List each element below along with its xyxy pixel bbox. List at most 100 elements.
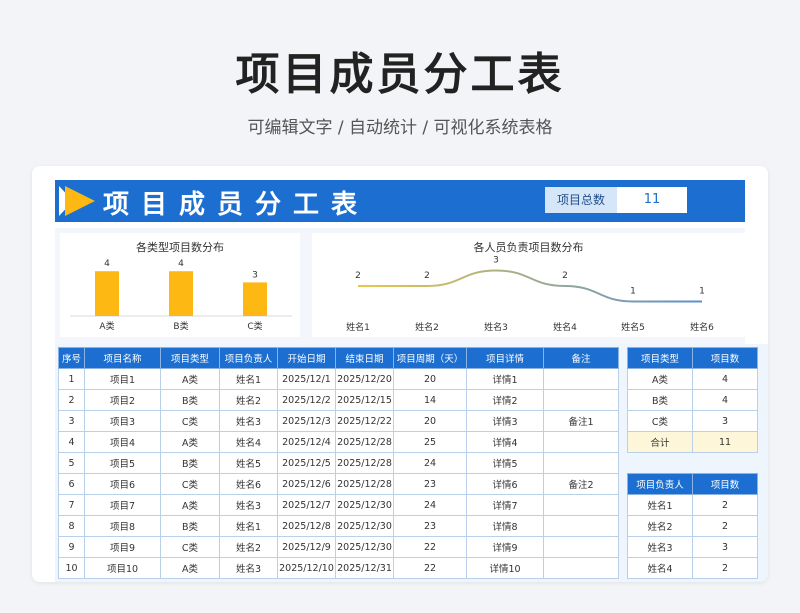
type-summary-header-cell[interactable]: 项目类型 [627, 347, 693, 369]
table-row-cell[interactable]: 2 [58, 389, 85, 411]
table-row-cell[interactable]: 8 [58, 515, 85, 537]
person-row-cell[interactable]: 2 [692, 515, 758, 537]
table-row-cell[interactable]: 2025/12/31 [335, 557, 394, 579]
table-row-cell[interactable]: 20 [393, 410, 467, 432]
type-row-cell[interactable]: A类 [627, 368, 693, 390]
table-row-cell[interactable]: 2025/12/30 [335, 515, 394, 537]
table-row-cell[interactable]: B类 [160, 452, 220, 474]
table-row-cell[interactable]: 23 [393, 515, 467, 537]
table-row-cell[interactable]: A类 [160, 557, 220, 579]
table-row-cell[interactable]: 9 [58, 536, 85, 558]
table-row-cell[interactable]: 2025/12/2 [277, 389, 336, 411]
table-row-cell[interactable]: 2025/12/30 [335, 494, 394, 516]
table-row-cell[interactable]: 6 [58, 473, 85, 495]
table-row-cell[interactable]: 详情7 [466, 494, 544, 516]
table-row-cell[interactable]: 7 [58, 494, 85, 516]
type-summary-header-cell[interactable]: 项目数 [692, 347, 758, 369]
project-table-header-cell[interactable]: 项目类型 [160, 347, 220, 369]
person-row-cell[interactable]: 姓名3 [627, 536, 693, 558]
type-row-cell[interactable]: C类 [627, 410, 693, 432]
table-row-cell[interactable]: 1 [58, 368, 85, 390]
table-row-cell[interactable]: C类 [160, 410, 220, 432]
table-row-cell[interactable]: 2025/12/30 [335, 536, 394, 558]
table-row-cell[interactable]: 项目2 [84, 389, 161, 411]
table-row-cell[interactable]: 2025/12/3 [277, 410, 336, 432]
table-row-cell[interactable]: 姓名6 [219, 473, 278, 495]
table-row-cell[interactable]: A类 [160, 494, 220, 516]
table-row-cell[interactable]: C类 [160, 536, 220, 558]
table-row-cell[interactable]: 2025/12/15 [335, 389, 394, 411]
table-row-cell[interactable]: 项目7 [84, 494, 161, 516]
table-row-cell[interactable]: 备注1 [543, 410, 619, 432]
table-row-cell[interactable]: B类 [160, 389, 220, 411]
table-row-cell[interactable]: A类 [160, 368, 220, 390]
table-row-cell[interactable]: 项目1 [84, 368, 161, 390]
table-row-cell[interactable]: 23 [393, 473, 467, 495]
table-row-cell[interactable]: 姓名2 [219, 536, 278, 558]
table-row-cell[interactable]: 5 [58, 452, 85, 474]
table-row-cell[interactable]: 3 [58, 410, 85, 432]
project-table-header-cell[interactable]: 序号 [58, 347, 85, 369]
table-row-cell[interactable]: 姓名3 [219, 494, 278, 516]
table-row-cell[interactable]: 详情5 [466, 452, 544, 474]
person-row-cell[interactable]: 2 [692, 494, 758, 516]
type-total-cell[interactable]: 合计 [627, 431, 693, 453]
table-row-cell[interactable]: 姓名5 [219, 452, 278, 474]
person-row-cell[interactable]: 姓名2 [627, 515, 693, 537]
table-row-cell[interactable]: B类 [160, 515, 220, 537]
table-row-cell[interactable]: 4 [58, 431, 85, 453]
project-table-header-cell[interactable]: 项目周期（天） [393, 347, 467, 369]
project-table-header-cell[interactable]: 开始日期 [277, 347, 336, 369]
table-row-cell[interactable] [543, 431, 619, 453]
table-row-cell[interactable] [543, 536, 619, 558]
project-table-header-cell[interactable]: 项目名称 [84, 347, 161, 369]
project-table-header-cell[interactable]: 项目详情 [466, 347, 544, 369]
table-row-cell[interactable]: 22 [393, 536, 467, 558]
table-row-cell[interactable]: 2025/12/5 [277, 452, 336, 474]
table-row-cell[interactable]: 项目5 [84, 452, 161, 474]
table-row-cell[interactable]: 项目3 [84, 410, 161, 432]
table-row-cell[interactable]: 24 [393, 452, 467, 474]
table-row-cell[interactable] [543, 389, 619, 411]
table-row-cell[interactable]: 2025/12/9 [277, 536, 336, 558]
table-row-cell[interactable]: 详情10 [466, 557, 544, 579]
table-row-cell[interactable]: 项目4 [84, 431, 161, 453]
project-table-header-cell[interactable]: 结束日期 [335, 347, 394, 369]
table-row-cell[interactable]: 2025/12/28 [335, 431, 394, 453]
table-row-cell[interactable]: 2025/12/28 [335, 452, 394, 474]
table-row-cell[interactable]: 14 [393, 389, 467, 411]
table-row-cell[interactable]: 22 [393, 557, 467, 579]
table-row-cell[interactable]: 2025/12/8 [277, 515, 336, 537]
type-row-cell[interactable]: 4 [692, 368, 758, 390]
table-row-cell[interactable]: 姓名1 [219, 515, 278, 537]
table-row-cell[interactable]: 姓名4 [219, 431, 278, 453]
table-row-cell[interactable]: 项目8 [84, 515, 161, 537]
table-row-cell[interactable]: 项目6 [84, 473, 161, 495]
project-table-header-cell[interactable]: 备注 [543, 347, 619, 369]
table-row-cell[interactable]: 2025/12/7 [277, 494, 336, 516]
table-row-cell[interactable]: 2025/12/28 [335, 473, 394, 495]
table-row-cell[interactable]: 2025/12/10 [277, 557, 336, 579]
table-row-cell[interactable]: 项目10 [84, 557, 161, 579]
type-row-cell[interactable]: 4 [692, 389, 758, 411]
table-row-cell[interactable]: 2025/12/1 [277, 368, 336, 390]
table-row-cell[interactable]: 详情3 [466, 410, 544, 432]
table-row-cell[interactable]: 详情8 [466, 515, 544, 537]
total-projects-value[interactable]: 11 [617, 187, 687, 213]
table-row-cell[interactable]: 备注2 [543, 473, 619, 495]
table-row-cell[interactable]: 详情2 [466, 389, 544, 411]
person-row-cell[interactable]: 姓名1 [627, 494, 693, 516]
table-row-cell[interactable]: 25 [393, 431, 467, 453]
table-row-cell[interactable]: 2025/12/22 [335, 410, 394, 432]
table-row-cell[interactable] [543, 452, 619, 474]
table-row-cell[interactable]: C类 [160, 473, 220, 495]
table-row-cell[interactable]: 详情6 [466, 473, 544, 495]
person-row-cell[interactable]: 姓名4 [627, 557, 693, 579]
table-row-cell[interactable]: 姓名1 [219, 368, 278, 390]
table-row-cell[interactable]: 10 [58, 557, 85, 579]
table-row-cell[interactable] [543, 515, 619, 537]
table-row-cell[interactable]: 2025/12/4 [277, 431, 336, 453]
table-row-cell[interactable]: 姓名2 [219, 389, 278, 411]
table-row-cell[interactable]: A类 [160, 431, 220, 453]
project-table-header-cell[interactable]: 项目负责人 [219, 347, 278, 369]
